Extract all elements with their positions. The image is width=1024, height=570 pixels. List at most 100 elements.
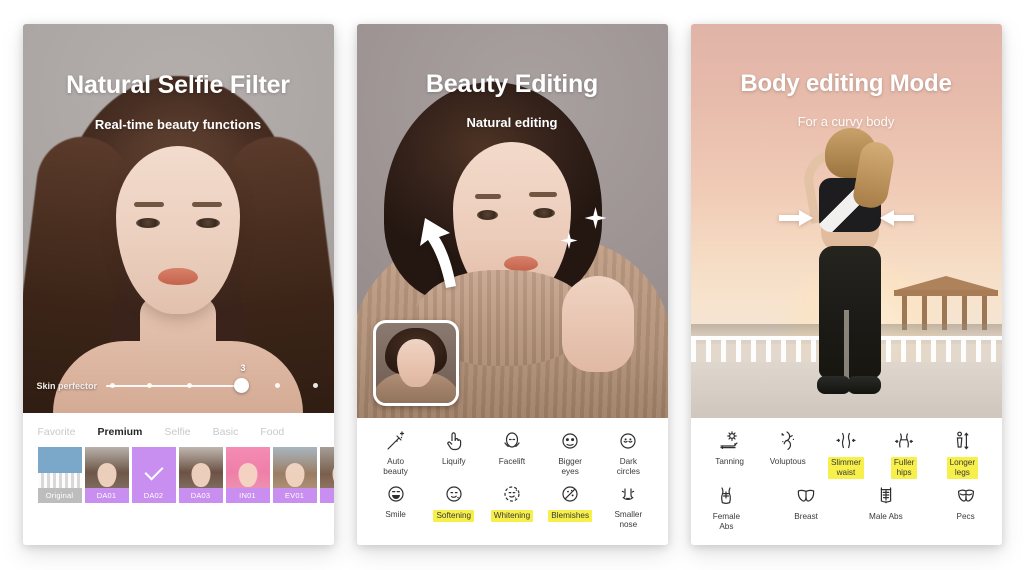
voluptuous-icon: [776, 427, 800, 454]
filter-thumb-partial[interactable]: E: [319, 447, 334, 503]
phone-card-beauty-editing: Beauty Editing Natural editing Auto beaut…: [356, 24, 668, 545]
phone-card-natural-selfie-filter: Natural Selfie Filter Real-time beauty f…: [22, 24, 334, 545]
tool-label: Tanning: [715, 457, 744, 466]
filter-thumb-label: DA03: [178, 488, 223, 503]
tool-longer-legs[interactable]: Longer legs: [934, 427, 990, 479]
tab-selfie[interactable]: Selfie: [164, 426, 190, 438]
check-icon: [143, 460, 164, 481]
filter-thumb-original[interactable]: Original: [37, 447, 82, 503]
slider-tick: [146, 383, 152, 388]
thumb-face: [238, 462, 257, 487]
tool-softening[interactable]: Softening: [426, 480, 482, 522]
tool-bigger-eyes[interactable]: Bigger eyes: [542, 427, 598, 477]
brow-left: [134, 202, 164, 207]
facelift-arrow-icon: [419, 218, 456, 288]
page-subtitle: Natural editing: [466, 115, 558, 130]
tool-liquify[interactable]: Liquify: [426, 427, 482, 467]
nose-icon: [616, 480, 640, 507]
tool-label: Whitening: [490, 510, 534, 522]
pointing-hand-icon: [442, 427, 466, 454]
figure-shoe-right: [847, 376, 881, 394]
face-slim-icon: [500, 427, 524, 454]
tab-basic[interactable]: Basic: [213, 426, 239, 438]
breast-icon: [794, 482, 818, 509]
tool-whitening[interactable]: Whitening: [484, 480, 540, 522]
tab-favorite[interactable]: Favorite: [38, 426, 76, 438]
filter-thumb-label: DA02: [131, 488, 176, 503]
slider-track[interactable]: 3: [106, 363, 319, 393]
tool-breast[interactable]: Breast: [780, 482, 832, 522]
tool-label: Dark circles: [616, 457, 640, 476]
page-subtitle: Real-time beauty functions: [94, 117, 262, 132]
tool-male-abs[interactable]: Male Abs: [860, 482, 912, 522]
figure-leggings: [819, 246, 881, 378]
tool-row-1: Auto beauty Liquify Facelift Bigger eyes…: [367, 427, 658, 477]
thumb-face: [191, 462, 210, 487]
slider-knob[interactable]: [234, 378, 250, 393]
pecs-icon: [954, 482, 978, 509]
tool-slimmer-waist[interactable]: Slimmer waist: [818, 427, 874, 479]
tool-label: Voluptous: [769, 457, 806, 466]
tool-facelift[interactable]: Facelift: [484, 427, 540, 467]
filter-thumb-da02[interactable]: DA02: [131, 447, 176, 503]
filter-thumbnail-strip[interactable]: Original DA01 DA02 DA03 IN01 EV01: [23, 447, 334, 503]
screenshot-stage: Natural Selfie Filter Real-time beauty f…: [0, 0, 1024, 570]
tool-label: Male Abs: [869, 512, 903, 521]
female-abs-icon: [714, 482, 738, 509]
tool-voluptous[interactable]: Voluptous: [760, 427, 816, 467]
bigger-eyes-icon: [558, 427, 582, 454]
tool-label: Pecs: [956, 512, 975, 521]
tool-label: Female Abs: [712, 512, 741, 531]
tool-label: Bigger eyes: [558, 457, 582, 476]
filter-thumb-da03[interactable]: DA03: [178, 447, 223, 503]
thumb-face: [285, 462, 304, 487]
tool-pecs[interactable]: Pecs: [940, 482, 992, 522]
tool-auto-beauty[interactable]: Auto beauty: [368, 427, 424, 477]
tool-row-2: Female Abs Breast Male Abs Pecs: [701, 482, 992, 532]
filter-thumb-da01[interactable]: DA01: [84, 447, 129, 503]
tool-dark-circles[interactable]: Dark circles: [600, 427, 656, 477]
tool-row-1: Tanning Voluptous Slimmer waist Fuller h…: [701, 427, 992, 479]
slider-value: 3: [240, 363, 246, 373]
hero-image-body: Body editing Mode For a curvy body: [690, 24, 1002, 418]
longer-legs-icon: [950, 427, 974, 454]
tool-row-2: Smile Softening Whitening Blemishes Smal…: [367, 480, 658, 530]
whitening-icon: [500, 480, 524, 507]
tab-premium[interactable]: Premium: [97, 426, 142, 438]
tool-label: Slimmer waist: [827, 457, 864, 479]
slider-filled-track: [106, 385, 247, 387]
brow-right: [529, 192, 557, 197]
smile-icon: [384, 480, 408, 507]
preview-face: [396, 339, 435, 387]
tool-fuller-hips[interactable]: Fuller hips: [876, 427, 932, 479]
skin-perfector-slider[interactable]: Skin perfector 3: [23, 363, 334, 401]
waist-arrow-right-icon: [879, 210, 914, 226]
eye-left: [477, 210, 498, 220]
before-after-preview-thumbnail[interactable]: [372, 320, 459, 406]
tool-label: Auto beauty: [383, 457, 408, 476]
slimmer-waist-icon: [834, 427, 858, 454]
page-subtitle: For a curvy body: [797, 114, 895, 129]
tool-female-abs[interactable]: Female Abs: [701, 482, 753, 532]
eye-right: [533, 208, 555, 218]
filter-thumb-in01[interactable]: IN01: [225, 447, 270, 503]
thumb-face: [97, 462, 116, 487]
tool-label: Liquify: [441, 457, 466, 466]
slider-tick: [274, 383, 280, 388]
slider-tick: [187, 383, 193, 388]
tool-label: Longer legs: [946, 457, 979, 479]
filter-thumb-label: IN01: [225, 488, 270, 503]
tool-label: Breast: [794, 512, 818, 521]
tab-food[interactable]: Food: [260, 426, 284, 438]
tool-blemishes[interactable]: Blemishes: [542, 480, 598, 522]
male-abs-icon: [874, 482, 898, 509]
slider-label: Skin perfector: [36, 381, 98, 391]
tool-smaller-nose[interactable]: Smaller nose: [600, 480, 656, 530]
tool-tanning[interactable]: Tanning: [702, 427, 758, 467]
softening-icon: [442, 480, 466, 507]
waist-arrow-left-icon: [778, 210, 813, 226]
filter-thumb-ev01[interactable]: EV01: [272, 447, 317, 503]
tool-label: Softening: [433, 510, 475, 522]
tool-smile[interactable]: Smile: [368, 480, 424, 520]
filter-thumb-label: DA01: [84, 488, 129, 503]
